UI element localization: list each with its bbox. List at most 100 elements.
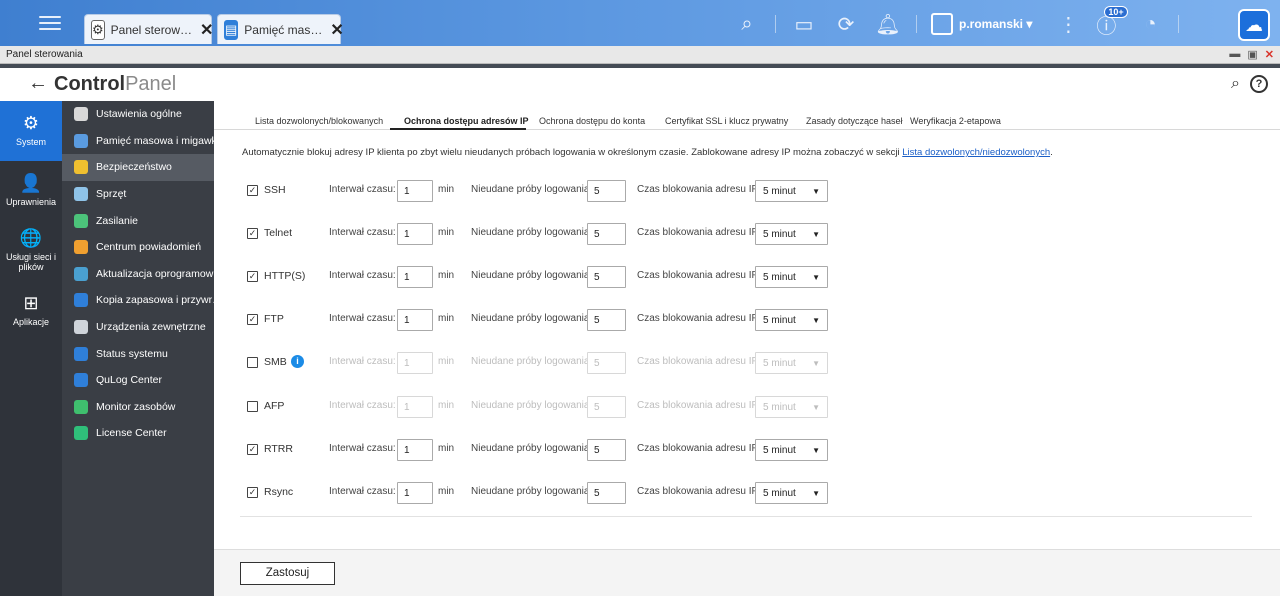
window-title: Panel sterowania bbox=[6, 49, 83, 60]
sidebar-item[interactable]: Sprzęt bbox=[62, 181, 214, 208]
unit-label: min bbox=[438, 443, 455, 454]
sidebar-item-icon bbox=[74, 399, 88, 414]
block-time-select[interactable]: 5 minut ▼ bbox=[755, 266, 828, 288]
service-row: ✓ HTTP(S) Interwał czasu: 1 min Nieudane prób… bbox=[214, 257, 1280, 300]
service-row: ✓ SSH Interwał czasu: 1 min Nieudane próby lo… bbox=[214, 171, 1280, 214]
back-arrow-icon[interactable]: ← bbox=[28, 72, 48, 95]
failed-attempts-input[interactable]: 5 bbox=[587, 439, 626, 461]
sidebar-item[interactable]: Ustawienia ogólne bbox=[62, 101, 214, 128]
close-icon[interactable]: ✕ bbox=[200, 20, 213, 40]
tab-password-policy[interactable]: Zasady dotyczące haseł bbox=[806, 116, 903, 126]
interval-input[interactable]: 1 bbox=[397, 180, 433, 202]
sidebar-item[interactable]: Monitor zasobów bbox=[62, 394, 214, 421]
failed-attempts-input[interactable]: 5 bbox=[587, 180, 626, 202]
more-options-icon[interactable]: ⋮ bbox=[1054, 10, 1082, 38]
service-name: HTTP(S) bbox=[264, 270, 306, 282]
sidebar-item[interactable]: Aktualizacja oprogramow… bbox=[62, 261, 214, 288]
nav-system[interactable]: ⚙ System bbox=[0, 101, 62, 161]
failed-attempts-input[interactable]: 5 bbox=[587, 309, 626, 331]
sidebar-item[interactable]: Bezpieczeństwo bbox=[62, 154, 214, 181]
failed-attempts-input[interactable]: 5 bbox=[587, 223, 626, 245]
restore-icon[interactable]: ▣ bbox=[1247, 48, 1257, 61]
top-bar: ⚙ Panel sterow… ✕ ▤ Pamięć mas… ✕ ⌕ ▭ ⟳ … bbox=[0, 0, 1280, 46]
block-time-select[interactable]: 5 minut ▼ bbox=[755, 180, 828, 202]
interval-input[interactable]: 1 bbox=[397, 482, 433, 504]
tasks-icon[interactable]: ▭ bbox=[790, 10, 818, 38]
tab-allow-block-list[interactable]: Lista dozwolonych/blokowanych bbox=[255, 116, 383, 126]
close-window-icon[interactable]: ✕ bbox=[1265, 48, 1274, 61]
info-icon[interactable]: i bbox=[291, 355, 304, 368]
bell-icon[interactable]: 🔔︎ bbox=[874, 10, 902, 38]
chevron-down-icon: ▼ bbox=[812, 187, 820, 196]
unit-label: min bbox=[438, 184, 455, 195]
interval-input[interactable]: 1 bbox=[397, 309, 433, 331]
tab-storage[interactable]: ▤ Pamięć mas… ✕ bbox=[217, 14, 344, 44]
tab-ip-access-protection[interactable]: Ochrona dostępu adresów IP bbox=[404, 116, 529, 126]
info-icon[interactable]: ⓘ 10+ bbox=[1092, 6, 1128, 38]
main-menu-icon[interactable] bbox=[39, 12, 61, 34]
sidebar-item-label: Status systemu bbox=[96, 347, 168, 360]
sync-icon[interactable]: ⟳ bbox=[832, 10, 860, 38]
block-time-select[interactable]: 5 minut ▼ bbox=[755, 482, 828, 504]
cloud-icon[interactable]: ☁ bbox=[1238, 9, 1270, 41]
sidebar-item[interactable]: Centrum powiadomień bbox=[62, 234, 214, 261]
service-checkbox[interactable]: ✓ bbox=[247, 185, 258, 196]
sidebar-item[interactable]: License Center bbox=[62, 420, 214, 447]
interval-label: Interwał czasu: bbox=[329, 400, 396, 411]
block-time-select[interactable]: 5 minut ▼ bbox=[755, 223, 828, 245]
interval-input[interactable]: 1 bbox=[397, 266, 433, 288]
service-checkbox[interactable]: ✓ bbox=[247, 271, 258, 282]
interval-input[interactable]: 1 bbox=[397, 439, 433, 461]
sidebar-item-icon bbox=[74, 187, 88, 202]
search-icon[interactable]: ⌕ bbox=[733, 10, 761, 38]
search-icon[interactable]: ⌕ bbox=[1231, 75, 1240, 93]
user-menu[interactable]: p.romanski ▾ bbox=[931, 13, 1032, 35]
tab-account-access-protection[interactable]: Ochrona dostępu do konta bbox=[539, 116, 645, 126]
block-time-label: Czas blokowania adresu IP: bbox=[637, 313, 761, 324]
sidebar-item-label: Sprzęt bbox=[96, 188, 127, 201]
sidebar-item[interactable]: Urządzenia zewnętrzne bbox=[62, 314, 214, 341]
tab-2-step-verification[interactable]: Weryfikacja 2-etapowa bbox=[910, 116, 1001, 126]
interval-input[interactable]: 1 bbox=[397, 396, 433, 418]
sidebar-item[interactable]: Status systemu bbox=[62, 340, 214, 367]
block-time-value: 5 minut bbox=[763, 186, 796, 197]
block-time-select[interactable]: 5 minut ▼ bbox=[755, 439, 828, 461]
service-checkbox[interactable]: ✓ bbox=[247, 314, 258, 325]
block-time-select[interactable]: 5 minut ▼ bbox=[755, 352, 828, 374]
tab-control-panel[interactable]: ⚙ Panel sterow… ✕ bbox=[84, 14, 213, 44]
help-icon[interactable]: ? bbox=[1250, 75, 1268, 93]
block-time-select[interactable]: 5 minut ▼ bbox=[755, 396, 828, 418]
nav-permissions[interactable]: 👤 Uprawnienia bbox=[0, 161, 62, 221]
apply-button[interactable]: Zastosuj bbox=[240, 562, 335, 585]
allow-list-link[interactable]: Lista dozwolonych/niedozwolonych bbox=[902, 147, 1050, 158]
block-time-label: Czas blokowania adresu IP: bbox=[637, 400, 761, 411]
nav-network-services[interactable]: 🌐 Usługi sieci i plików bbox=[0, 221, 62, 281]
block-time-value: 5 minut bbox=[763, 402, 796, 413]
block-time-label: Czas blokowania adresu IP: bbox=[637, 227, 761, 238]
unit-label: min bbox=[438, 486, 455, 497]
interval-input[interactable]: 1 bbox=[397, 352, 433, 374]
tab-ssl-certificate[interactable]: Certyfikat SSL i klucz prywatny bbox=[665, 116, 788, 126]
minimize-icon[interactable]: ▬ bbox=[1229, 48, 1240, 61]
nav-applications[interactable]: ⊞ Aplikacje bbox=[0, 281, 62, 341]
failed-attempts-input[interactable]: 5 bbox=[587, 396, 626, 418]
dashboard-icon[interactable]: ◔ bbox=[1136, 10, 1164, 38]
sidebar-item[interactable]: QuLog Center bbox=[62, 367, 214, 394]
service-checkbox[interactable]: ✓ bbox=[247, 228, 258, 239]
notification-badge: 10+ bbox=[1104, 6, 1128, 18]
interval-label: Interwał czasu: bbox=[329, 227, 396, 238]
failed-attempts-input[interactable]: 5 bbox=[587, 352, 626, 374]
service-checkbox[interactable] bbox=[247, 357, 258, 368]
failed-attempts-input[interactable]: 5 bbox=[587, 266, 626, 288]
service-checkbox[interactable]: ✓ bbox=[247, 444, 258, 455]
sidebar-item[interactable]: Zasilanie bbox=[62, 207, 214, 234]
sidebar-item[interactable]: Kopia zapasowa i przywr… bbox=[62, 287, 214, 314]
block-time-select[interactable]: 5 minut ▼ bbox=[755, 309, 828, 331]
failed-attempts-input[interactable]: 5 bbox=[587, 482, 626, 504]
service-checkbox[interactable]: ✓ bbox=[247, 487, 258, 498]
interval-input[interactable]: 1 bbox=[397, 223, 433, 245]
service-checkbox[interactable] bbox=[247, 401, 258, 412]
close-icon[interactable]: ✕ bbox=[330, 20, 343, 40]
failed-attempts-label: Nieudane próby logowania: bbox=[471, 443, 593, 454]
sidebar-item[interactable]: Pamięć masowa i migawki bbox=[62, 128, 214, 155]
